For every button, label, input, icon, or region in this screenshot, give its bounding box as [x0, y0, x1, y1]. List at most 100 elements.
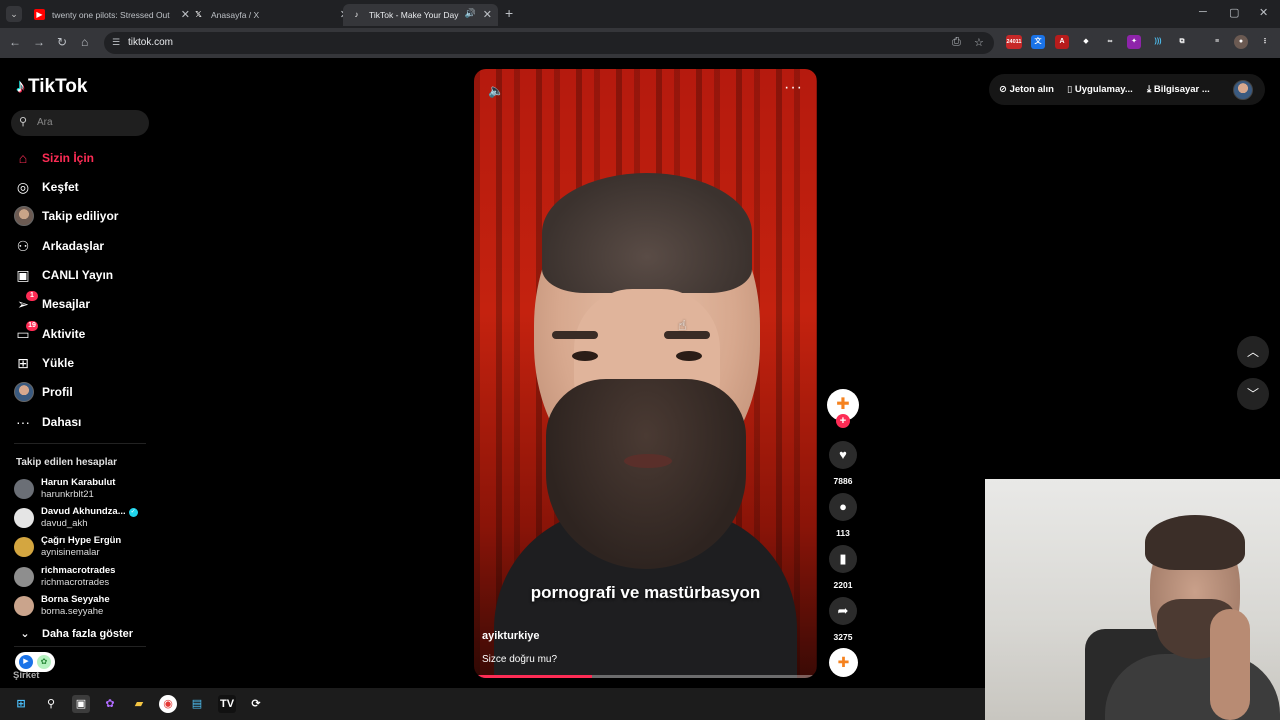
- get-app-button[interactable]: ▯ Uygulamay...: [1067, 84, 1133, 95]
- windows-start-icon[interactable]: ⊞: [12, 695, 30, 713]
- tab-title: twenty one pilots: Stressed Out: [52, 10, 170, 20]
- search-input[interactable]: ⚲ Ara: [11, 110, 149, 136]
- tradingview-icon[interactable]: TV: [218, 695, 236, 713]
- site-info-icon[interactable]: ☰: [112, 37, 120, 48]
- chrome-icon[interactable]: ◉: [159, 695, 177, 713]
- chevron-down-icon: ⌄: [20, 628, 30, 640]
- diamond-extension-icon[interactable]: ◆: [1079, 35, 1093, 49]
- tab-search-button[interactable]: ⌄: [6, 6, 22, 22]
- volume-icon[interactable]: 🔈: [488, 83, 504, 99]
- install-app-icon[interactable]: ⎙: [952, 36, 961, 49]
- nav-activity[interactable]: ▭ 19 Aktivite: [14, 321, 154, 345]
- address-bar[interactable]: ☰ tiktok.com ⎙ ☆: [104, 32, 994, 54]
- nav-label: Sizin İçin: [42, 151, 95, 165]
- video-player[interactable]: 🔈 ··· pornografi ve mastürbasyon ayiktur…: [474, 69, 817, 678]
- nav-live[interactable]: ▣ CANLI Yayın: [14, 264, 154, 286]
- bookmark-star-icon[interactable]: ☆: [974, 36, 984, 49]
- video-progress-bar[interactable]: [478, 675, 813, 678]
- home-icon[interactable]: ⌂: [81, 35, 88, 49]
- close-window-icon[interactable]: ✕: [1259, 6, 1268, 19]
- comment-button[interactable]: ●: [829, 493, 857, 521]
- nav-explore[interactable]: ◎ Keşfet: [14, 176, 154, 198]
- more-icon: ···: [16, 414, 30, 430]
- tiktok-logo[interactable]: ♪ TikTok: [16, 76, 87, 98]
- audio-extension-icon[interactable]: ))): [1151, 35, 1165, 49]
- show-more-label: Daha fazla göster: [42, 628, 134, 640]
- nav-upload[interactable]: ⊞ Yükle: [14, 352, 154, 374]
- desktop-app-label: Bilgisayar ...: [1153, 84, 1210, 95]
- glasses-extension-icon[interactable]: ∞: [1103, 35, 1117, 49]
- video-frame: [664, 331, 710, 339]
- reload-icon[interactable]: ↻: [57, 35, 67, 49]
- followed-account[interactable]: richmacrotrades richmacrotrades: [14, 564, 154, 592]
- nav-profile[interactable]: Profil: [14, 381, 154, 403]
- file-explorer-icon[interactable]: ▰: [130, 695, 148, 713]
- webcam-frame: [1105, 654, 1280, 720]
- nav-for-you[interactable]: ⌂ Sizin İçin: [14, 147, 154, 169]
- user-avatar[interactable]: [1233, 80, 1253, 100]
- nav-following[interactable]: Takip ediliyor: [14, 205, 154, 227]
- desktop-app-icon[interactable]: ▤: [188, 695, 206, 713]
- tab-youtube[interactable]: ▶ twenty one pilots: Stressed Out ✕: [26, 4, 196, 26]
- more-options-icon[interactable]: ···: [784, 79, 803, 97]
- comment-icon: ●: [839, 499, 847, 514]
- profile-avatar-icon[interactable]: ●: [1234, 35, 1248, 49]
- chevron-down-icon: ﹀: [1246, 387, 1259, 401]
- close-icon[interactable]: ✕: [483, 8, 492, 21]
- followed-account[interactable]: Harun Karabulut harunkrblt21: [14, 476, 154, 504]
- heart-icon: ♥: [839, 447, 847, 462]
- new-tab-button[interactable]: +: [505, 5, 513, 21]
- tab-tiktok[interactable]: ♪ TikTok - Make Your Day 🔊 ✕: [343, 4, 498, 26]
- effect-creator-pill[interactable]: ▶ ✿: [15, 652, 55, 672]
- purple-extension-icon[interactable]: ✦: [1127, 35, 1141, 49]
- followed-account[interactable]: Davud Akhundza... ✓ davud_akh: [14, 505, 154, 533]
- maximize-icon[interactable]: ▢: [1229, 6, 1239, 19]
- nav-more[interactable]: ··· Dahası: [14, 411, 154, 433]
- show-more-button[interactable]: ⌄ Daha fazla göster: [18, 627, 133, 640]
- search-icon[interactable]: ⚲: [42, 695, 60, 713]
- nav-label: Keşfet: [42, 180, 79, 194]
- speaker-icon[interactable]: 🔊: [465, 8, 476, 19]
- follow-button[interactable]: +: [836, 414, 850, 428]
- back-icon[interactable]: ←: [9, 35, 21, 49]
- account-handle: harunkrblt21: [41, 489, 94, 500]
- tab-title: TikTok - Make Your Day: [369, 10, 459, 20]
- followed-account[interactable]: Borna Seyyahe borna.seyyahe: [14, 593, 154, 621]
- copilot-icon[interactable]: ✿: [101, 695, 119, 713]
- comment-count: 113: [836, 528, 850, 538]
- desktop-app-button[interactable]: ⤓ Bilgisayar ...: [1147, 84, 1210, 95]
- get-coins-button[interactable]: ⊘ Jeton alın: [999, 84, 1054, 95]
- following-section-title: Takip edilen hesaplar: [16, 457, 117, 468]
- adblock-extension-icon[interactable]: A: [1055, 35, 1069, 49]
- video-author[interactable]: ayikturkiye: [482, 630, 539, 642]
- tab-x[interactable]: 𝕏 Anasayfa / X ✕: [185, 4, 355, 26]
- video-frame: [676, 351, 702, 361]
- account-handle: richmacrotrades: [41, 577, 110, 588]
- translate-extension-icon[interactable]: 文: [1031, 35, 1045, 49]
- minimize-icon[interactable]: ─: [1199, 6, 1207, 18]
- app-icon[interactable]: ⟳: [247, 695, 265, 713]
- account-name: Harun Karabulut: [41, 477, 116, 488]
- followed-account[interactable]: Çağrı Hype Ergün aynisinemalar: [14, 534, 154, 562]
- previous-video-button[interactable]: ︿: [1237, 336, 1269, 368]
- like-count: 7886: [833, 476, 853, 486]
- task-view-icon[interactable]: ▣: [72, 695, 90, 713]
- forward-icon[interactable]: →: [33, 35, 45, 49]
- like-button[interactable]: ♥: [829, 441, 857, 469]
- music-disc[interactable]: ✚: [829, 648, 858, 677]
- nav-messages[interactable]: ➢ 1 Mesajlar: [14, 291, 154, 315]
- messages-badge: 1: [26, 291, 38, 301]
- share-button[interactable]: ➦: [829, 597, 857, 625]
- save-button[interactable]: ▮: [829, 545, 857, 573]
- account-handle: aynisinemalar: [41, 547, 100, 558]
- next-video-button[interactable]: ﹀: [1237, 378, 1269, 410]
- logo-text: TikTok: [28, 76, 88, 97]
- nav-friends[interactable]: ⚇ Arkadaşlar: [14, 235, 154, 257]
- video-frame: [546, 379, 746, 569]
- video-frame: [572, 351, 598, 361]
- kebab-menu-icon[interactable]: ⋮: [1258, 35, 1272, 49]
- company-link[interactable]: Şirket: [13, 670, 39, 681]
- reading-list-icon[interactable]: ≡: [1210, 35, 1224, 49]
- extension-badge-icon[interactable]: 24011: [1006, 35, 1022, 49]
- puzzle-extensions-icon[interactable]: ⧉: [1175, 35, 1189, 49]
